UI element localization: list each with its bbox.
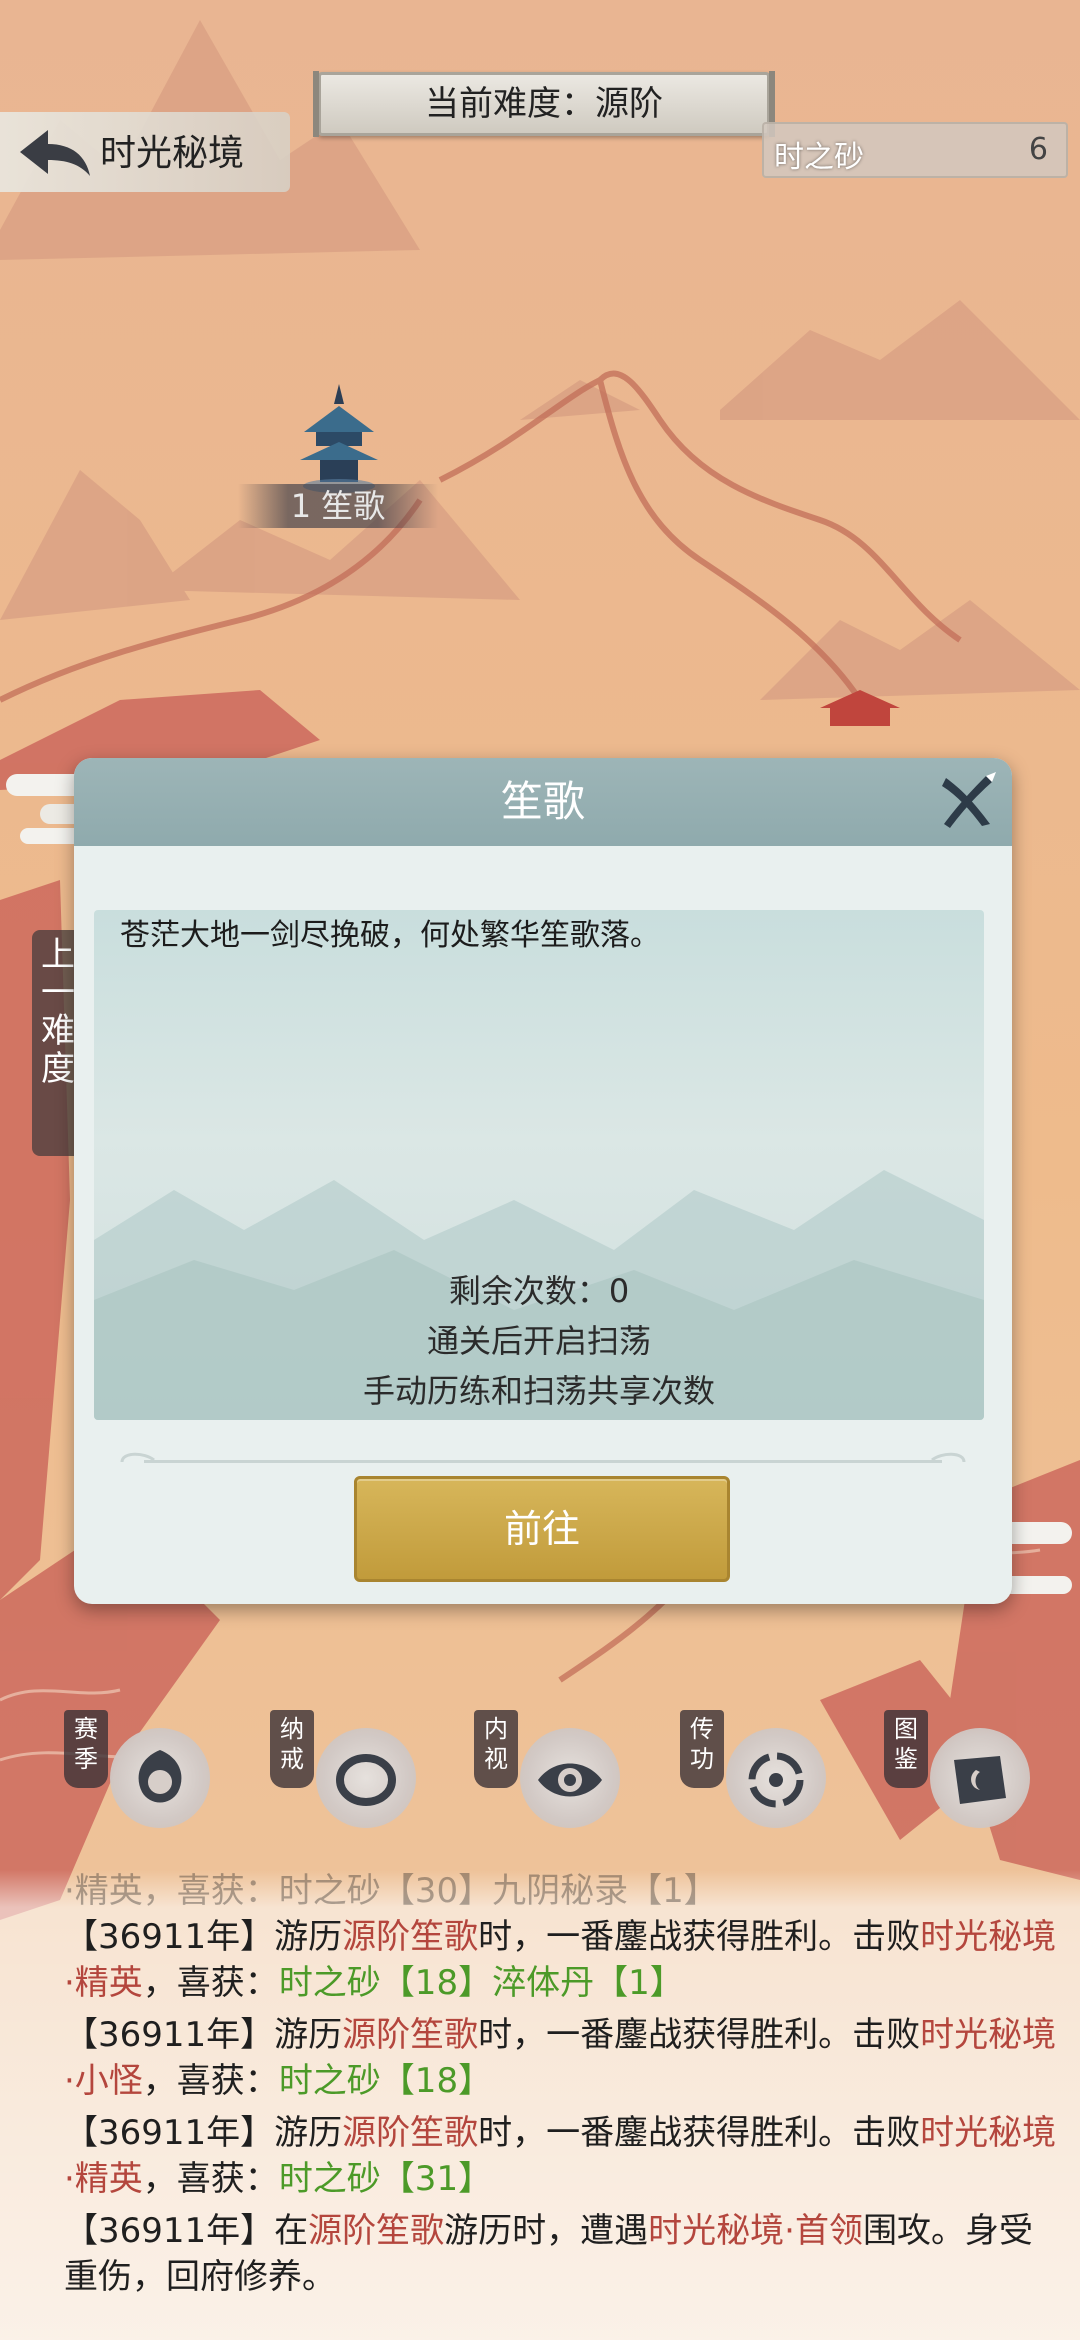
stage-dialog: 笙歌 苍茫大地一剑尽挽破，何处繁华笙歌落。 剩余次数：0 通关后开启扫荡 手动历… [74,758,1012,1604]
log-text: ，喜获： [142,1963,279,2003]
transfer-icon [748,1752,804,1808]
log-entry-cont: 重伤，回府修养。 [64,2254,1044,2300]
log-text: 游历时，遭遇 [444,2211,649,2251]
currency-name: 时之砂 [774,140,864,175]
back-button[interactable]: 时光秘境 [0,112,290,192]
log-entry: 【36911年】游历源阶笙歌时，一番鏖战获得胜利。击败时光秘境 [64,1914,1056,1960]
log-location: 源阶笙歌 [308,2211,445,2251]
ring-icon [336,1754,396,1806]
log-enemy: 时光秘境·首领 [648,2211,863,2251]
difficulty-label: 当前难度：源阶 [425,84,663,124]
go-button[interactable]: 前往 [354,1476,730,1582]
page-title: 时光秘境 [100,133,245,174]
feature-label: 图鉴 [884,1710,928,1788]
feature-label: 传功 [680,1710,724,1788]
log-text: 时，一番鏖战获得胜利。击败 [478,2015,921,2055]
stage-description: 苍茫大地一剑尽挽破，何处繁华笙歌落。 [120,918,660,953]
log-reward: 时之砂【18】淬体丹【1】 [278,1963,684,2003]
share-hint: 手动历练和扫荡共享次数 [362,1372,715,1410]
log-enemy: 时光秘境 [920,1917,1057,1957]
log-entry: 【36911年】游历源阶笙歌时，一番鏖战获得胜利。击败时光秘境 [64,2012,1056,2058]
log-line-partial: ·精英，喜获：时之砂【30】九阴秘录【1】 [64,1871,718,1911]
divider-ornament [120,1452,966,1463]
back-arrow-icon [20,130,90,176]
log-text: 围攻。身受 [862,2211,1033,2251]
log-enemy-type: ·小怪 [64,2061,143,2101]
feature-transfer[interactable]: 传功 [680,1710,870,1840]
log-text: 时，一番鏖战获得胜利。击败 [478,1917,921,1957]
log-entry-cont: ·精英，喜获：时之砂【31】 [64,2156,1044,2202]
log-text: 【36911年】游历 [64,2113,343,2153]
log-text: 【36911年】在 [64,2211,309,2251]
feature-season[interactable]: 赛季 [64,1710,254,1840]
feature-label: 赛季 [64,1710,108,1788]
log-text: ，喜获： [142,2159,279,2199]
log-text: 【36911年】游历 [64,1917,343,1957]
currency-display: 时之砂 6 [762,122,1068,178]
book-icon [954,1756,1006,1804]
log-enemy-type: ·精英 [64,2159,143,2199]
log-reward: 时之砂【31】 [278,2159,493,2199]
pagoda-node-icon[interactable] [294,384,384,494]
feature-label: 内视 [474,1710,518,1788]
close-icon[interactable] [934,768,1000,834]
description-panel: 苍茫大地一剑尽挽破，何处繁华笙歌落。 剩余次数：0 通关后开启扫荡 手动历练和扫… [94,910,984,1420]
map-node-label[interactable]: 1 笙歌 [238,484,438,528]
eye-icon [538,1763,602,1797]
log-entry: 【36911年】在源阶笙歌游历时，遭遇时光秘境·首领围攻。身受 [64,2208,1044,2254]
log-location: 源阶笙歌 [342,2113,479,2153]
log-entry-cont: ·小怪，喜获：时之砂【18】 [64,2058,1044,2104]
log-text: 【36911年】游历 [64,2015,343,2055]
adventure-log: ·精英，喜获：时之砂【30】九阴秘录【1】 【36911年】游历源阶笙歌时，一番… [0,1870,1080,2340]
log-enemy-type: ·精英 [64,1963,143,2003]
sweep-hint: 通关后开启扫荡 [426,1322,651,1360]
log-location: 源阶笙歌 [342,1917,479,1957]
feature-ring[interactable]: 纳戒 [270,1710,460,1840]
log-text: 重伤，回府修养。 [64,2257,336,2297]
dialog-title: 笙歌 [500,777,585,826]
feature-inner-sight[interactable]: 内视 [474,1710,664,1840]
remaining-count: 剩余次数：0 [448,1272,630,1310]
currency-count: 6 [1028,132,1048,167]
feature-label: 纳戒 [270,1710,314,1788]
log-text: 时，一番鏖战获得胜利。击败 [478,2113,921,2153]
difficulty-plate: 当前难度：源阶 [313,71,775,137]
log-entry-cont: ·精英，喜获：时之砂【18】淬体丹【1】 [64,1960,1044,2006]
log-location: 源阶笙歌 [342,2015,479,2055]
log-text: ，喜获： [142,2061,279,2101]
plate-edge-left [313,71,319,137]
log-enemy: 时光秘境 [920,2113,1057,2153]
log-enemy: 时光秘境 [920,2015,1057,2055]
feature-codex[interactable]: 图鉴 [884,1710,1074,1840]
log-entry: 【36911年】游历源阶笙歌时，一番鏖战获得胜利。击败时光秘境 [64,2110,1056,2156]
log-reward: 时之砂【18】 [278,2061,493,2101]
season-icon [138,1750,182,1803]
